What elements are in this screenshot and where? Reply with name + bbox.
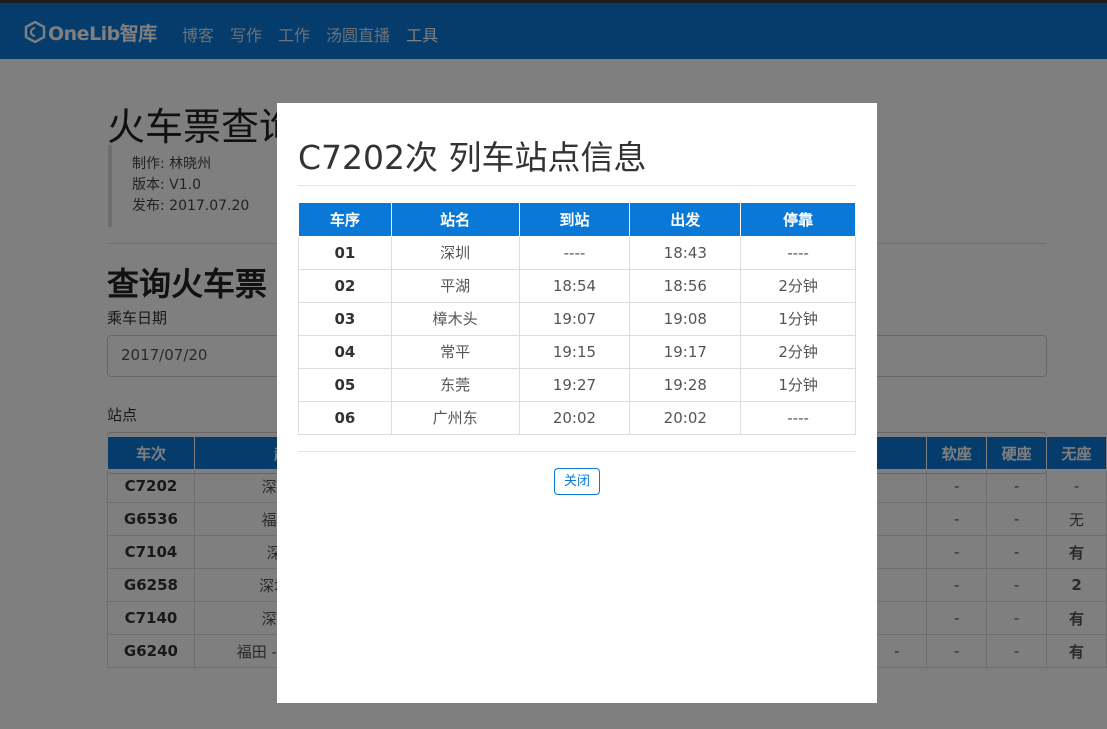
stations-col-header: 到站 [518, 203, 631, 237]
station-row: 02 平湖 18:54 18:56 2分钟 [298, 268, 856, 303]
stations-table: 车序 站名 到站 出发 停靠 01 深圳 ---- 18:43 ---- 02 平湖 18:54 18:… [298, 203, 856, 435]
modal-footer-divider [298, 451, 856, 452]
station-departure: 18:43 [629, 235, 742, 270]
station-stop: ---- [740, 400, 856, 435]
station-seq: 05 [298, 367, 392, 402]
stations-col-header: 出发 [629, 203, 742, 237]
stations-header-row: 车序 站名 到站 出发 停靠 [298, 203, 856, 237]
station-seq: 01 [298, 235, 392, 270]
station-departure: 19:08 [629, 301, 742, 336]
station-arrival: 18:54 [518, 268, 631, 303]
station-name: 东莞 [390, 367, 520, 402]
station-row: 06 广州东 20:02 20:02 ---- [298, 400, 856, 435]
station-stop: 2分钟 [740, 334, 856, 369]
close-button[interactable]: 关闭 [554, 468, 600, 495]
modal-title: C7202次 列车站点信息 [298, 138, 647, 177]
station-seq: 04 [298, 334, 392, 369]
station-name: 平湖 [390, 268, 520, 303]
station-departure: 20:02 [629, 400, 742, 435]
station-stop: 1分钟 [740, 367, 856, 402]
station-name: 常平 [390, 334, 520, 369]
station-info-modal: C7202次 列车站点信息 车序 站名 到站 出发 停靠 01 深圳 ---- 18:43 --… [277, 103, 877, 703]
station-row: 05 东莞 19:27 19:28 1分钟 [298, 367, 856, 402]
station-seq: 03 [298, 301, 392, 336]
stations-col-header: 停靠 [740, 203, 856, 237]
station-name: 广州东 [390, 400, 520, 435]
station-seq: 06 [298, 400, 392, 435]
station-arrival: ---- [518, 235, 631, 270]
station-stop: 1分钟 [740, 301, 856, 336]
station-arrival: 20:02 [518, 400, 631, 435]
station-stop: 2分钟 [740, 268, 856, 303]
station-name: 深圳 [390, 235, 520, 270]
station-departure: 19:28 [629, 367, 742, 402]
stations-col-header: 车序 [298, 203, 392, 237]
station-row: 01 深圳 ---- 18:43 ---- [298, 235, 856, 270]
station-arrival: 19:07 [518, 301, 631, 336]
stations-col-header: 站名 [390, 203, 520, 237]
station-arrival: 19:15 [518, 334, 631, 369]
modal-header-divider [298, 185, 856, 186]
station-row: 03 樟木头 19:07 19:08 1分钟 [298, 301, 856, 336]
station-stop: ---- [740, 235, 856, 270]
station-arrival: 19:27 [518, 367, 631, 402]
station-departure: 19:17 [629, 334, 742, 369]
station-seq: 02 [298, 268, 392, 303]
station-row: 04 常平 19:15 19:17 2分钟 [298, 334, 856, 369]
station-name: 樟木头 [390, 301, 520, 336]
station-departure: 18:56 [629, 268, 742, 303]
